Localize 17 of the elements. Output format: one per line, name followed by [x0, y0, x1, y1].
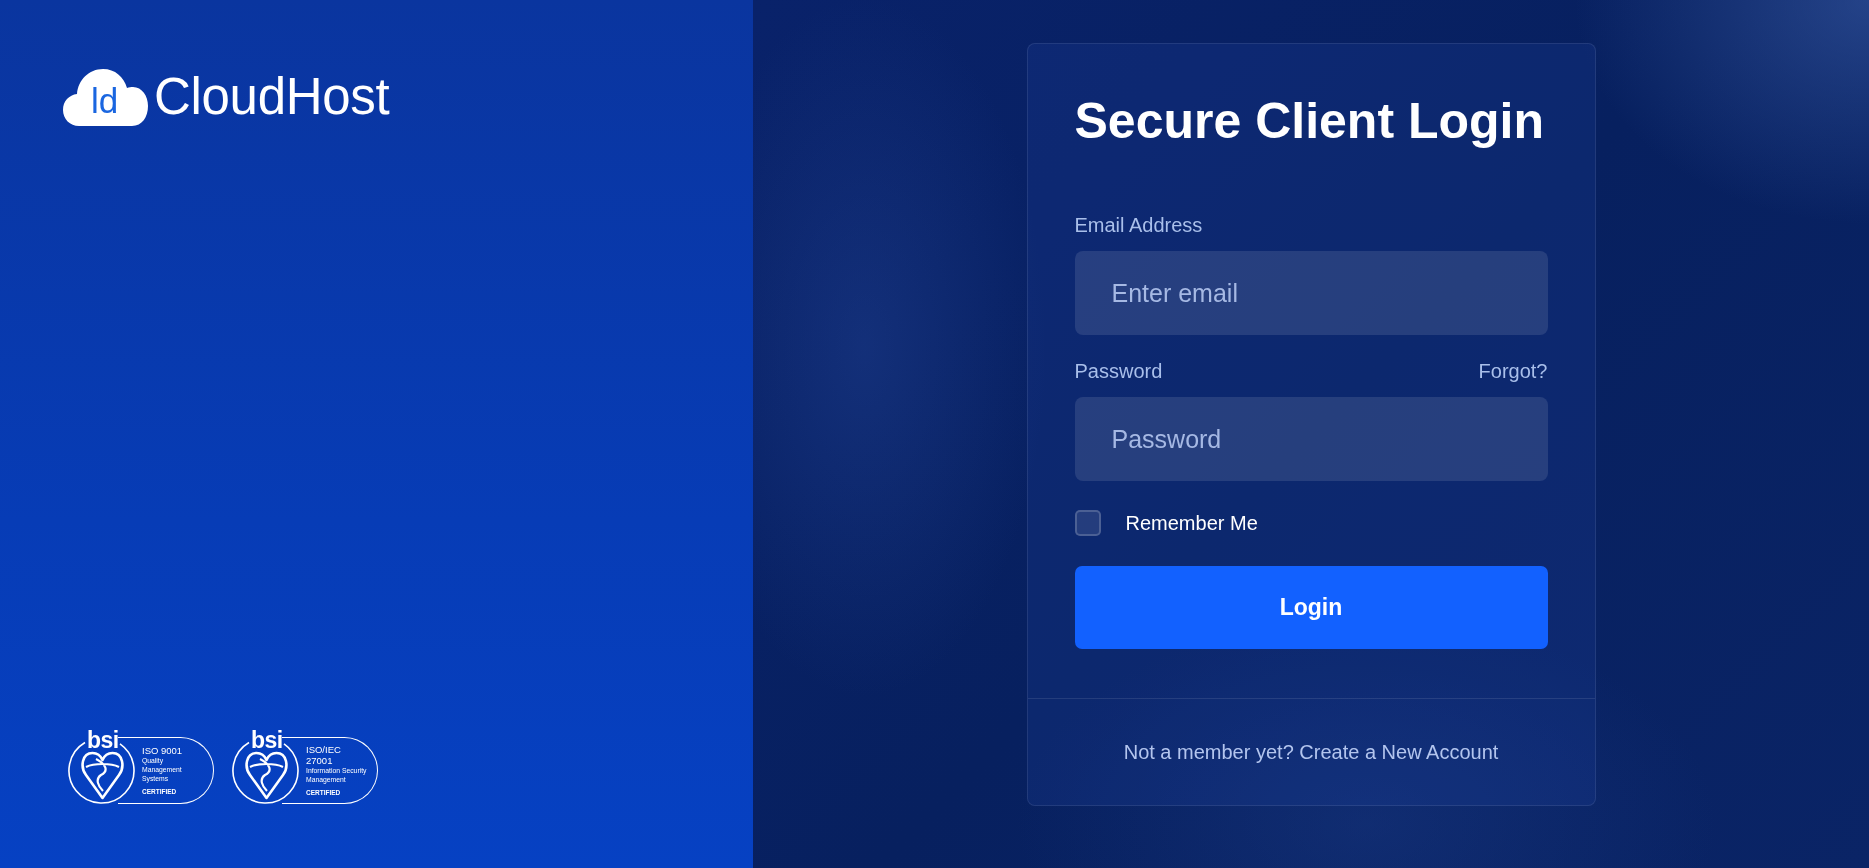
cloud-logo-icon — [63, 68, 148, 126]
field-label: Email Address — [1074, 213, 1203, 237]
forgot-link[interactable]: Forgot? — [1478, 359, 1548, 383]
standard-number: ISO 9001 — [142, 745, 183, 756]
standard-number: 27001 — [306, 755, 333, 766]
remember-checkbox[interactable] — [1074, 510, 1101, 536]
signup-link[interactable]: Create a New Account — [1299, 741, 1499, 763]
issuer-mark: bsi — [87, 730, 119, 750]
issuer-mark: bsi — [251, 730, 283, 750]
signup-prompt: Not a member yet? Create a New Account — [1123, 740, 1499, 764]
login-button[interactable]: Login — [1074, 566, 1548, 649]
field-label: Password — [1074, 359, 1163, 383]
standard-number: ISO/IEC — [306, 744, 341, 755]
brand-name: CloudHost — [154, 68, 390, 126]
login-title: Secure Client Login — [1074, 92, 1545, 151]
checkbox-label: Remember Me — [1125, 511, 1258, 535]
logo-initials: ld — [91, 82, 119, 118]
